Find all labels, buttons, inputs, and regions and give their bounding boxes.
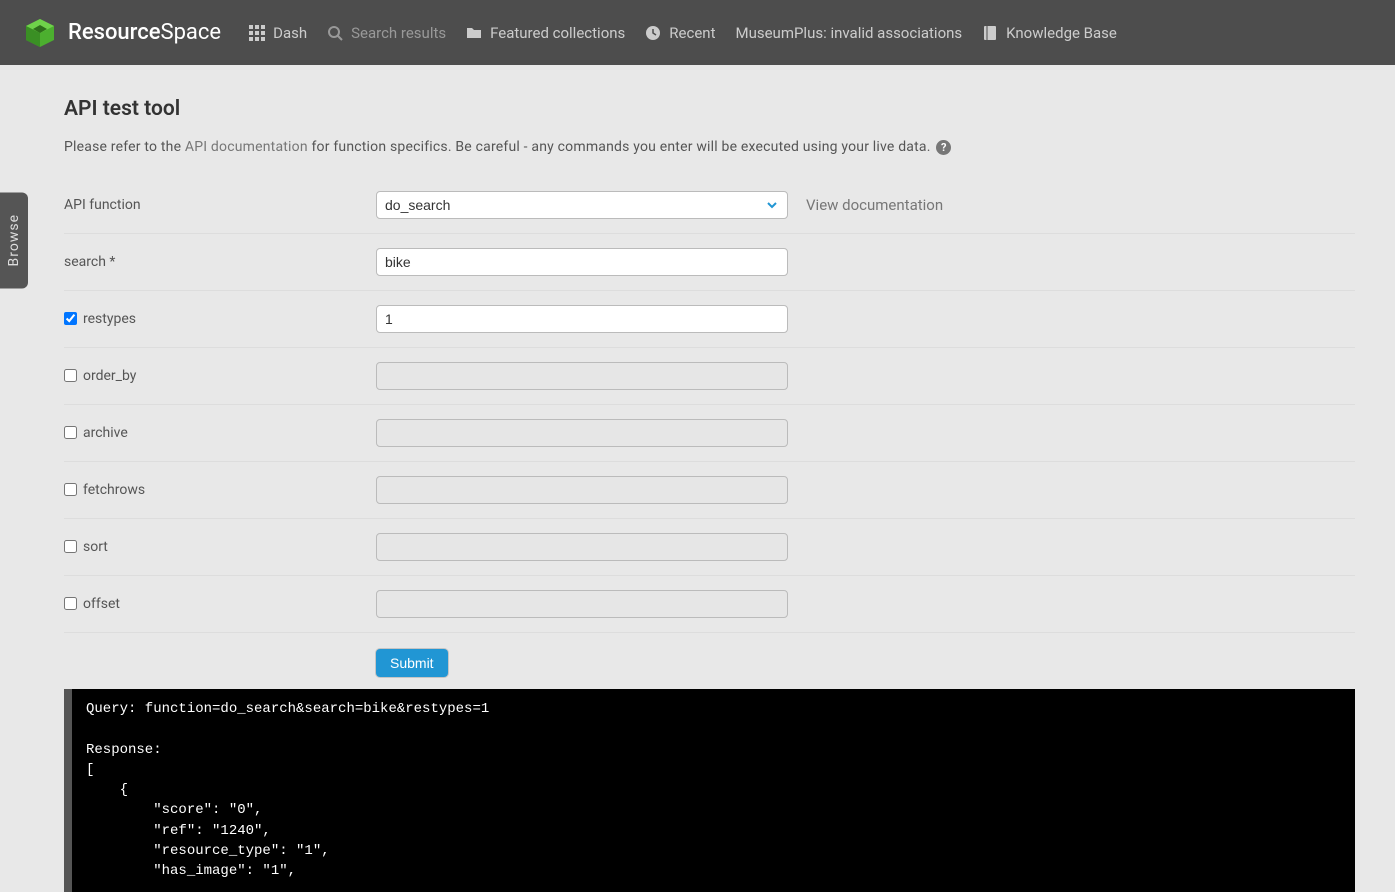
input-fetchrows <box>376 476 788 504</box>
api-doc-link[interactable]: API documentation <box>185 139 308 155</box>
checkbox-restypes[interactable] <box>64 312 77 325</box>
checkbox-offset[interactable] <box>64 597 77 610</box>
select-api-function[interactable]: do_search <box>376 191 788 219</box>
nav-label: Dash <box>273 24 307 42</box>
nav-label: Featured collections <box>490 24 625 42</box>
label-api-function: API function <box>64 197 376 213</box>
submit-row: Submit <box>64 633 1355 689</box>
nav-label: Knowledge Base <box>1006 24 1117 42</box>
nav-museumplus[interactable]: MuseumPlus: invalid associations <box>735 24 962 42</box>
input-sort <box>376 533 788 561</box>
row-search: search * <box>64 234 1355 291</box>
label-sort: sort <box>64 539 376 555</box>
logo-icon <box>24 17 56 49</box>
label-archive: archive <box>64 425 376 441</box>
page-title: API test tool <box>64 97 1355 121</box>
browse-tab[interactable]: Browse <box>0 192 28 288</box>
intro-text: Please refer to the API documentation fo… <box>64 139 1355 155</box>
row-restypes: restypes <box>64 291 1355 348</box>
label-order_by: order_by <box>64 368 376 384</box>
brand-logo[interactable]: ResourceSpace <box>24 17 221 49</box>
label-offset: offset <box>64 596 376 612</box>
nav-label: Recent <box>669 24 715 42</box>
nav-label: Search results <box>351 24 446 42</box>
help-icon[interactable]: ? <box>936 140 951 155</box>
row-sort: sort <box>64 519 1355 576</box>
checkbox-sort[interactable] <box>64 540 77 553</box>
row-order_by: order_by <box>64 348 1355 405</box>
input-order_by <box>376 362 788 390</box>
label-restypes: restypes <box>64 311 376 327</box>
row-fetchrows: fetchrows <box>64 462 1355 519</box>
grid-icon <box>249 25 265 41</box>
main-content: API test tool Please refer to the API do… <box>0 65 1395 892</box>
label-search: search * <box>64 254 376 270</box>
nav-knowledge-base[interactable]: Knowledge Base <box>982 24 1117 42</box>
row-archive: archive <box>64 405 1355 462</box>
row-api-function: API function do_search View documentatio… <box>64 177 1355 234</box>
nav-featured[interactable]: Featured collections <box>466 24 625 42</box>
param-label-text: restypes <box>83 311 136 327</box>
input-archive <box>376 419 788 447</box>
nav-search-results[interactable]: Search results <box>327 24 446 42</box>
input-offset <box>376 590 788 618</box>
nav-dash[interactable]: Dash <box>249 24 307 42</box>
param-label-text: fetchrows <box>83 482 145 498</box>
intro-suffix: for function specifics. Be careful - any… <box>311 139 930 155</box>
view-documentation-link[interactable]: View documentation <box>806 196 943 214</box>
intro-prefix: Please refer to the <box>64 139 185 155</box>
app-header: ResourceSpace Dash Search results <box>0 0 1395 65</box>
brand-name: ResourceSpace <box>68 20 221 45</box>
folder-icon <box>466 25 482 41</box>
row-offset: offset <box>64 576 1355 633</box>
search-icon <box>327 25 343 41</box>
checkbox-archive[interactable] <box>64 426 77 439</box>
input-search[interactable] <box>376 248 788 276</box>
top-nav: Dash Search results Featured collections <box>249 24 1117 42</box>
nav-recent[interactable]: Recent <box>645 24 715 42</box>
book-icon <box>982 25 998 41</box>
clock-icon <box>645 25 661 41</box>
param-label-text: sort <box>83 539 108 555</box>
submit-button[interactable]: Submit <box>376 649 448 677</box>
checkbox-order_by[interactable] <box>64 369 77 382</box>
param-label-text: archive <box>83 425 128 441</box>
input-restypes[interactable] <box>376 305 788 333</box>
output-console: Query: function=do_search&search=bike&re… <box>64 689 1355 892</box>
label-fetchrows: fetchrows <box>64 482 376 498</box>
nav-label: MuseumPlus: invalid associations <box>735 24 962 42</box>
checkbox-fetchrows[interactable] <box>64 483 77 496</box>
api-form: API function do_search View documentatio… <box>64 177 1355 689</box>
param-label-text: order_by <box>83 368 136 384</box>
param-label-text: search * <box>64 254 115 270</box>
param-label-text: offset <box>83 596 120 612</box>
